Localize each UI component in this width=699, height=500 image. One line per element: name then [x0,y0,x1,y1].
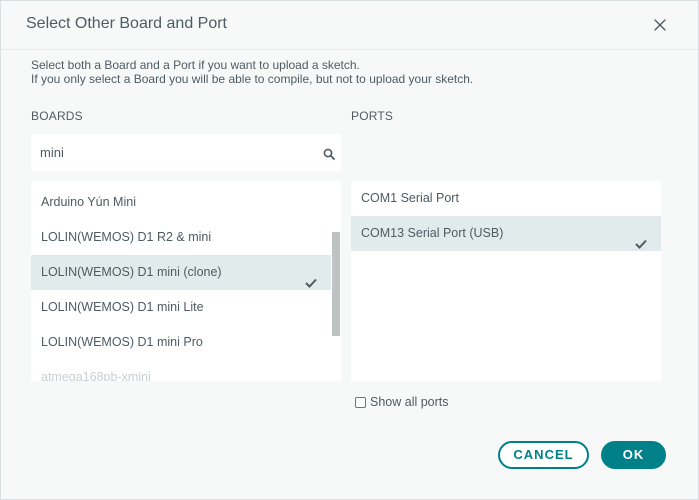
boards-list: Arduino Yún Mini LOLIN(WEMOS) D1 R2 & mi… [31,181,341,381]
board-item-label: LOLIN(WEMOS) D1 R2 & mini [41,230,212,244]
port-item-label: COM13 Serial Port (USB) [361,226,504,240]
board-item-label: LOLIN(WEMOS) D1 mini Pro [41,335,203,349]
search-icon [323,147,335,160]
show-all-ports-label: Show all ports [370,395,449,409]
board-item-label: LOLIN(WEMOS) D1 mini Lite [41,300,204,314]
cancel-button[interactable]: CANCEL [498,441,589,469]
ports-label: PORTS [351,109,394,123]
close-button[interactable] [650,15,670,35]
board-search-input[interactable] [31,134,311,171]
show-all-ports-toggle[interactable]: Show all ports [355,394,449,410]
port-item-com13[interactable]: COM13 Serial Port (USB) [351,216,661,251]
board-item-atmega168pb-xmini[interactable]: atmega168pb-xmini [31,360,331,381]
port-item-com1[interactable]: COM1 Serial Port [351,181,661,216]
check-icon [305,267,317,288]
board-search-box [31,134,341,171]
board-item-label: LOLIN(WEMOS) D1 mini (clone) [41,265,222,279]
select-board-port-dialog: Select Other Board and Port Select both … [0,0,699,500]
title-divider [1,49,698,50]
board-item-label: atmega168pb-xmini [41,370,151,381]
board-item-label: Arduino Yún Mini [41,195,136,209]
dialog-title: Select Other Board and Port [26,15,227,32]
description-line-2: If you only select a Board you will be a… [31,72,474,86]
check-icon [635,228,647,249]
board-item-arduino-yun-mini[interactable]: Arduino Yún Mini [31,185,331,220]
boards-label: BOARDS [31,109,83,123]
close-icon [650,15,670,35]
dialog-description: Select both a Board and a Port if you wa… [31,58,473,86]
port-item-label: COM1 Serial Port [361,191,459,205]
board-item-lolin-d1-mini-pro[interactable]: LOLIN(WEMOS) D1 mini Pro [31,325,331,360]
description-line-1: Select both a Board and a Port if you wa… [31,58,360,72]
board-item-lolin-d1-mini-clone[interactable]: LOLIN(WEMOS) D1 mini (clone) [31,255,331,290]
board-item-lolin-d1-r2-mini[interactable]: LOLIN(WEMOS) D1 R2 & mini [31,220,331,255]
ports-list: COM1 Serial Port COM13 Serial Port (USB) [351,181,661,381]
boards-scrollbar-thumb[interactable] [332,232,340,336]
ok-button[interactable]: OK [601,441,666,469]
show-all-ports-checkbox[interactable] [355,396,366,408]
board-item-lolin-d1-mini-lite[interactable]: LOLIN(WEMOS) D1 mini Lite [31,290,331,325]
